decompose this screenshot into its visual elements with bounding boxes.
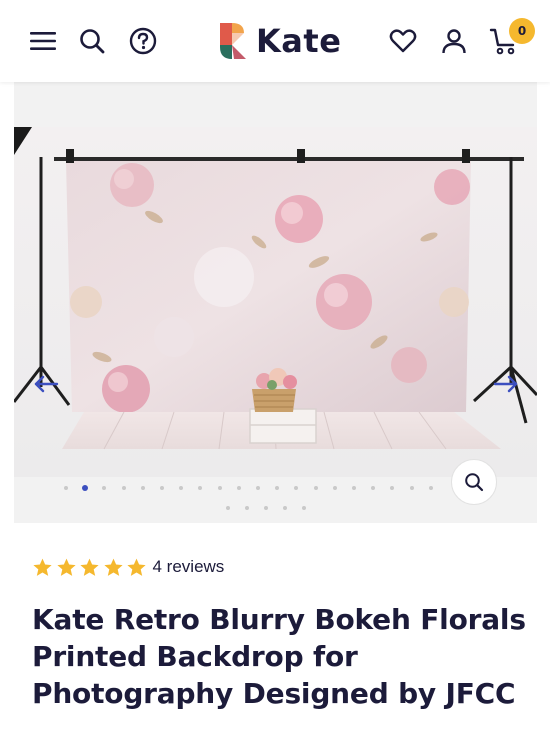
gallery-dot[interactable] — [244, 506, 249, 510]
help-icon[interactable] — [126, 24, 160, 58]
gallery-dot[interactable] — [236, 486, 241, 490]
star-icon — [127, 558, 146, 576]
rating-stars — [32, 557, 150, 578]
product-gallery — [14, 82, 537, 523]
heart-icon[interactable] — [386, 24, 420, 58]
product-title: Kate Retro Blurry Bokeh Florals Printed … — [32, 603, 526, 710]
chevron-left-icon — [34, 375, 59, 393]
site-logo[interactable]: Kate — [216, 17, 341, 65]
chevron-right-icon — [493, 375, 518, 393]
gallery-dot[interactable] — [332, 486, 337, 490]
gallery-dot[interactable] — [264, 506, 268, 510]
user-icon[interactable] — [437, 24, 471, 58]
next-image-button[interactable] — [489, 369, 523, 399]
previous-image-button[interactable] — [29, 369, 63, 399]
gallery-dot[interactable] — [160, 486, 164, 490]
logo-text: Kate — [256, 22, 342, 60]
gallery-dot[interactable] — [313, 486, 318, 490]
search-icon[interactable] — [75, 24, 109, 58]
product-image[interactable] — [14, 127, 537, 477]
zoom-icon — [465, 473, 484, 492]
star-icon — [56, 558, 76, 576]
gallery-dot[interactable] — [256, 486, 260, 490]
zoom-button[interactable] — [451, 459, 497, 505]
gallery-dot[interactable] — [140, 486, 145, 490]
star-icon — [33, 558, 52, 576]
gallery-dot[interactable] — [225, 506, 230, 510]
product-rating: 4 reviews — [32, 555, 224, 579]
star-icon — [80, 558, 99, 576]
star-icon — [103, 558, 123, 576]
gallery-dot[interactable] — [428, 486, 433, 490]
gallery-dot[interactable] — [64, 486, 68, 490]
gallery-dot[interactable] — [409, 486, 414, 490]
gallery-dot[interactable] — [121, 486, 126, 490]
gallery-dot[interactable] — [217, 486, 222, 490]
gallery-dot[interactable] — [352, 486, 356, 490]
cart-count-badge: 0 — [509, 18, 535, 44]
logo-mark-icon — [220, 23, 246, 59]
reviews-link[interactable]: 4 reviews — [153, 557, 225, 577]
menu-icon[interactable] — [26, 24, 60, 58]
site-header: Kate 0 — [0, 0, 550, 82]
